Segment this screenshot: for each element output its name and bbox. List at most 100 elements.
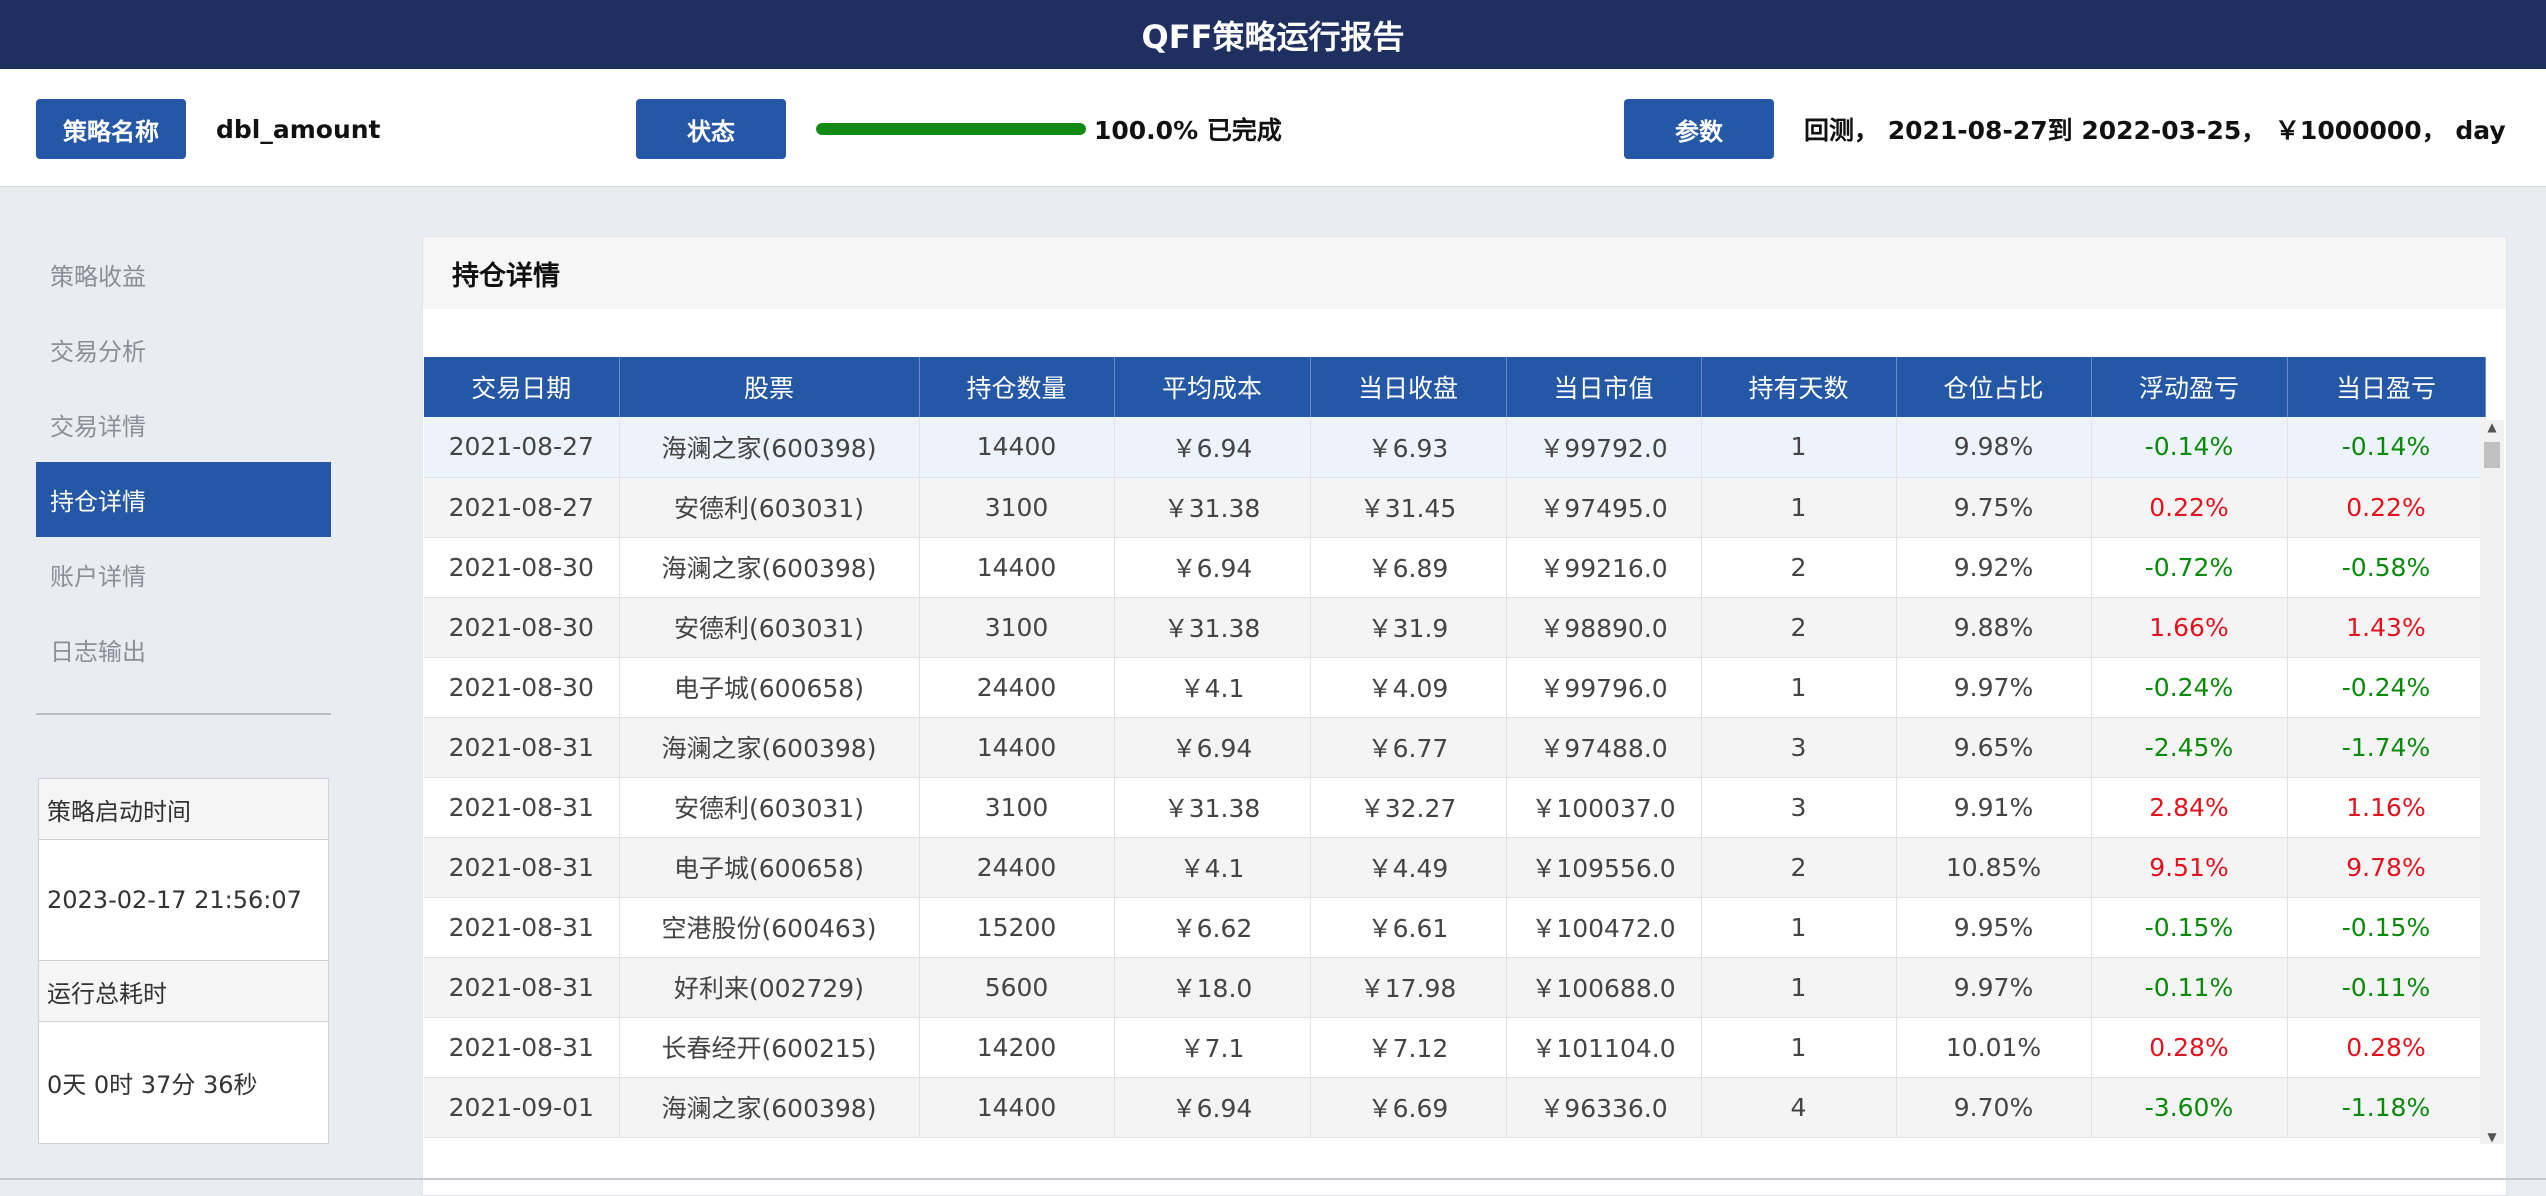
- table-cell: 好利来(002729): [619, 957, 920, 1018]
- table-cell: 9.51%: [2091, 837, 2288, 898]
- page-bottom-border: [0, 1178, 2546, 1180]
- table-row[interactable]: 2021-08-31 海澜之家(600398) 14400 ￥6.94 ￥6.77 ￥97…: [424, 717, 2486, 778]
- table-row[interactable]: 2021-08-31 电子城(600658) 24400 ￥4.1 ￥4.49 ￥1095…: [424, 837, 2486, 898]
- progress-bar-fill: [816, 123, 1086, 135]
- table-cell: 2: [1701, 837, 1897, 898]
- table-cell: 1: [1701, 417, 1897, 478]
- table-cell: ￥31.38: [1114, 597, 1311, 658]
- table-cell: 14400: [919, 417, 1115, 478]
- table-cell: 14400: [919, 717, 1115, 778]
- table-cell: -0.11%: [2091, 957, 2288, 1018]
- table-cell: ￥4.49: [1310, 837, 1507, 898]
- table-cell: 9.65%: [1896, 717, 2092, 778]
- table-row[interactable]: 2021-08-31 好利来(002729) 5600 ￥18.0 ￥17.98 ￥100…: [424, 957, 2486, 1018]
- sidebar-item-trade-analysis[interactable]: 交易分析: [36, 312, 331, 387]
- table-cell: ￥6.62: [1114, 897, 1311, 958]
- sidebar-item-trade-details[interactable]: 交易详情: [36, 387, 331, 462]
- table-cell: 1: [1701, 957, 1897, 1018]
- table-cell: 1.43%: [2287, 597, 2486, 658]
- table-cell: 1: [1701, 477, 1897, 538]
- table-cell: 2021-08-31: [424, 837, 620, 898]
- table-cell: ￥6.69: [1310, 1077, 1507, 1138]
- table-cell: 空港股份(600463): [619, 897, 920, 958]
- table-cell: ￥32.27: [1310, 777, 1507, 838]
- table-cell: 安德利(603031): [619, 777, 920, 838]
- table-cell: 9.70%: [1896, 1077, 2092, 1138]
- run-meta-box: 策略启动时间 2023-02-17 21:56:07 运行总耗时 0天 0时 3…: [38, 778, 329, 1144]
- table-cell: 2: [1701, 597, 1897, 658]
- table-cell: ￥6.94: [1114, 417, 1311, 478]
- table-cell: 5600: [919, 957, 1115, 1018]
- table-row[interactable]: 2021-08-27 安德利(603031) 3100 ￥31.38 ￥31.45 ￥97…: [424, 477, 2486, 538]
- table-cell: -0.15%: [2091, 897, 2288, 958]
- sidebar-item-log-output[interactable]: 日志输出: [36, 612, 331, 687]
- table-cell: 9.88%: [1896, 597, 2092, 658]
- sidebar-item-position-details[interactable]: 持仓详情: [36, 462, 331, 537]
- table-cell: 2021-08-31: [424, 777, 620, 838]
- table-cell: -0.58%: [2287, 537, 2486, 598]
- table-cell: -0.11%: [2287, 957, 2486, 1018]
- table-cell: -2.45%: [2091, 717, 2288, 778]
- table-cell: 9.95%: [1896, 897, 2092, 958]
- scroll-up-arrow-icon[interactable]: ▲: [2480, 420, 2504, 434]
- table-cell: 1: [1701, 657, 1897, 718]
- table-cell: ￥6.94: [1114, 537, 1311, 598]
- table-header-row: 交易日期 股票 持仓数量 平均成本 当日收盘 当日市值 持有天数 仓位占比 浮动盈亏 当日盈亏: [424, 357, 2486, 417]
- table-cell: ￥6.94: [1114, 1077, 1311, 1138]
- table-cell: 9.91%: [1896, 777, 2092, 838]
- table-row[interactable]: 2021-08-30 海澜之家(600398) 14400 ￥6.94 ￥6.89 ￥99…: [424, 537, 2486, 598]
- sidebar-item-strategy-returns[interactable]: 策略收益: [36, 237, 331, 312]
- table-cell: ￥109556.0: [1506, 837, 1702, 898]
- table-cell: 2021-08-31: [424, 897, 620, 958]
- table-row[interactable]: 2021-08-30 电子城(600658) 24400 ￥4.1 ￥4.09 ￥9979…: [424, 657, 2486, 718]
- table-cell: ￥100037.0: [1506, 777, 1702, 838]
- table-cell: 海澜之家(600398): [619, 1077, 920, 1138]
- table-cell: 2021-08-30: [424, 537, 620, 598]
- table-cell: ￥99796.0: [1506, 657, 1702, 718]
- table-cell: -1.74%: [2287, 717, 2486, 778]
- table-row[interactable]: 2021-08-30 安德利(603031) 3100 ￥31.38 ￥31.9 ￥988…: [424, 597, 2486, 658]
- table-cell: 9.75%: [1896, 477, 2092, 538]
- table-cell: ￥31.45: [1310, 477, 1507, 538]
- table-cell: ￥100472.0: [1506, 897, 1702, 958]
- table-cell: 9.92%: [1896, 537, 2092, 598]
- table-cell: 电子城(600658): [619, 837, 920, 898]
- page-title: QFF策略运行报告: [0, 0, 2546, 69]
- sidebar-item-account-details[interactable]: 账户详情: [36, 537, 331, 612]
- positions-table: 交易日期 股票 持仓数量 平均成本 当日收盘 当日市值 持有天数 仓位占比 浮动盈亏 当日盈亏 2…: [424, 357, 2486, 1138]
- table-cell: 4: [1701, 1077, 1897, 1138]
- table-cell: ￥96336.0: [1506, 1077, 1702, 1138]
- table-cell: 3: [1701, 777, 1897, 838]
- table-cell: 安德利(603031): [619, 597, 920, 658]
- column-header: 股票: [619, 357, 920, 417]
- start-time-value: 2023-02-17 21:56:07: [39, 840, 328, 961]
- table-cell: ￥6.89: [1310, 537, 1507, 598]
- scrollbar-thumb[interactable]: [2484, 442, 2500, 468]
- table-cell: 14400: [919, 1077, 1115, 1138]
- table-cell: 24400: [919, 837, 1115, 898]
- table-cell: ￥4.1: [1114, 837, 1311, 898]
- table-cell: -0.15%: [2287, 897, 2486, 958]
- table-cell: ￥31.38: [1114, 777, 1311, 838]
- table-row[interactable]: 2021-08-27 海澜之家(600398) 14400 ￥6.94 ￥6.93 ￥99…: [424, 417, 2486, 478]
- table-cell: 2021-08-31: [424, 717, 620, 778]
- table-row[interactable]: 2021-09-01 海澜之家(600398) 14400 ￥6.94 ￥6.69 ￥96…: [424, 1077, 2486, 1138]
- scroll-down-arrow-icon[interactable]: ▼: [2480, 1130, 2504, 1144]
- table-cell: 15200: [919, 897, 1115, 958]
- table-cell: ￥6.93: [1310, 417, 1507, 478]
- column-header: 浮动盈亏: [2091, 357, 2288, 417]
- positions-panel: 持仓详情 交易日期 股票 持仓数量 平均成本 当日收盘 当日市值 持有天数 仓位占比 浮动盈亏当…: [422, 236, 2507, 1196]
- strategy-info-bar: 策略名称 dbl_amount 状态 100.0% 已完成 参数 回测， 202…: [0, 69, 2546, 187]
- table-scrollbar[interactable]: ▲ ▼: [2480, 420, 2504, 1144]
- table-cell: 2021-09-01: [424, 1077, 620, 1138]
- table-cell: 0.22%: [2091, 477, 2288, 538]
- panel-title: 持仓详情: [423, 237, 2506, 309]
- table-cell: 安德利(603031): [619, 477, 920, 538]
- table-row[interactable]: 2021-08-31 长春经开(600215) 14200 ￥7.1 ￥7.12 ￥101…: [424, 1017, 2486, 1078]
- table-cell: 1: [1701, 897, 1897, 958]
- table-row[interactable]: 2021-08-31 安德利(603031) 3100 ￥31.38 ￥32.27 ￥10…: [424, 777, 2486, 838]
- status-value: 100.0% 已完成: [1094, 116, 1282, 145]
- params-value: 回测， 2021-08-27到 2022-03-25， ￥1000000， da…: [1804, 116, 2506, 145]
- table-cell: ￥98890.0: [1506, 597, 1702, 658]
- table-row[interactable]: 2021-08-31 空港股份(600463) 15200 ￥6.62 ￥6.61 ￥10…: [424, 897, 2486, 958]
